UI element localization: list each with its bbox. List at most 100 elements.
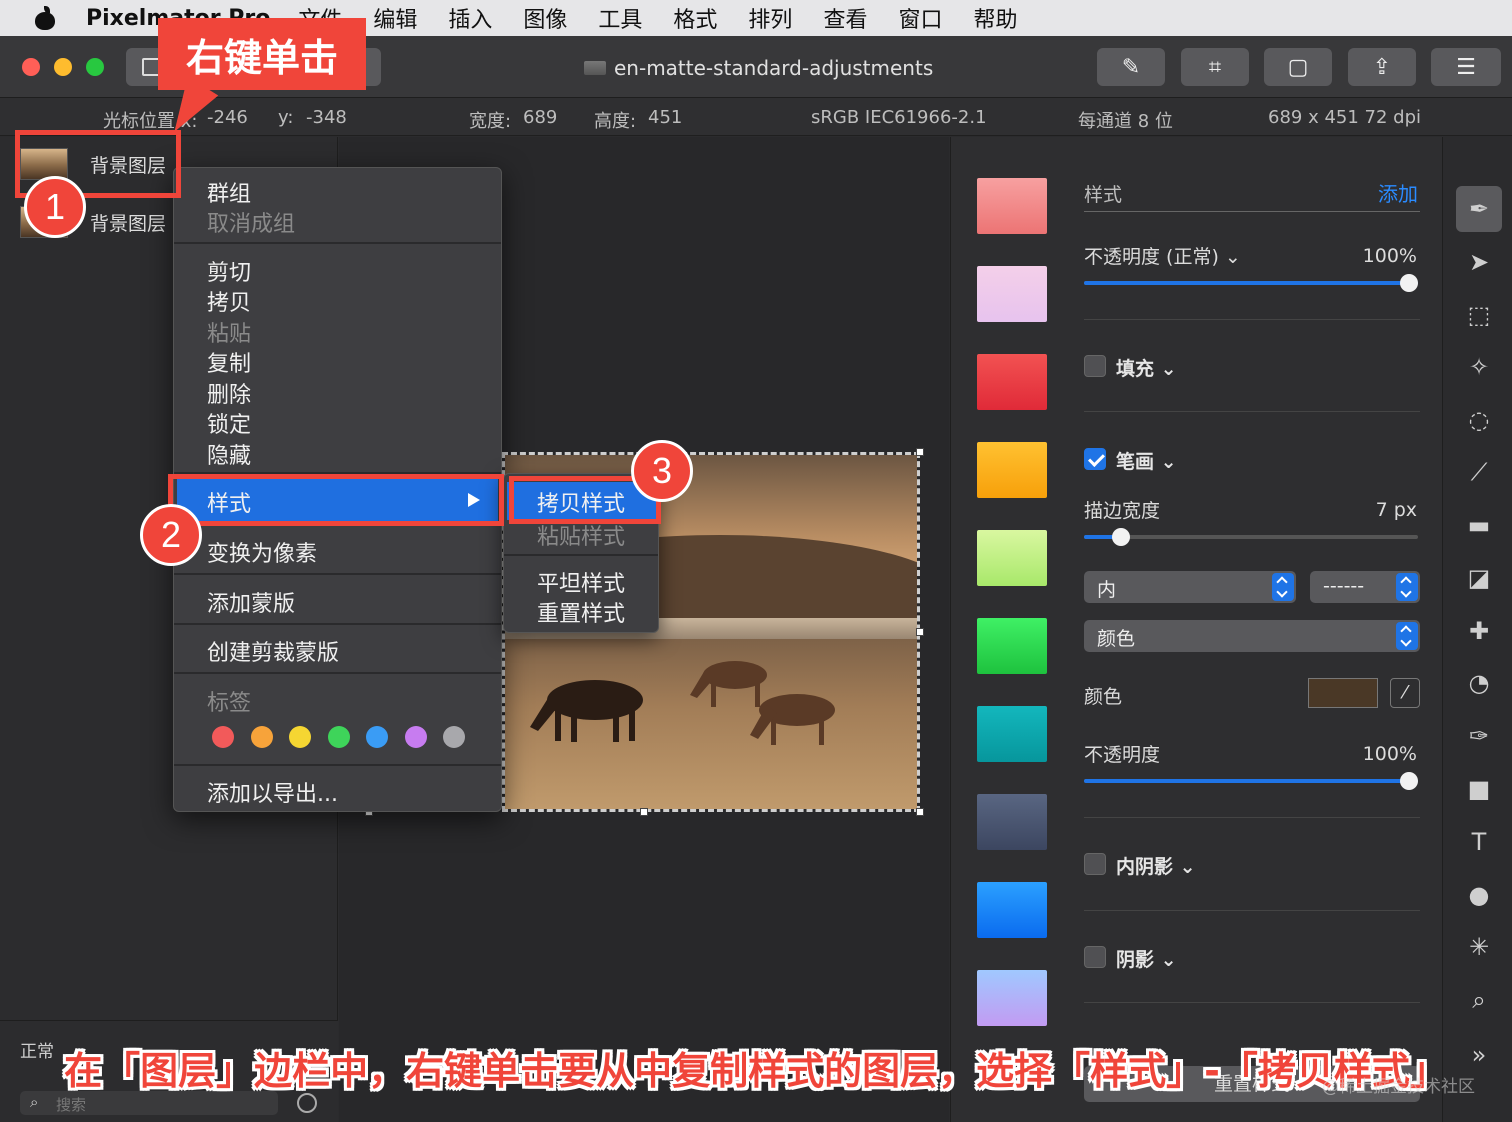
menu-format[interactable]: 格式 xyxy=(673,2,717,34)
menu-item-group[interactable]: 群组 xyxy=(207,176,251,208)
eraser-icon[interactable]: ◪ xyxy=(1460,559,1498,597)
arrow-select-icon[interactable]: ➤ xyxy=(1460,243,1498,281)
clone-icon[interactable]: ◔ xyxy=(1460,664,1498,702)
resize-handle[interactable] xyxy=(916,628,924,636)
style-swatch[interactable] xyxy=(977,618,1047,674)
menu-image[interactable]: 图像 xyxy=(523,2,567,34)
magic-wand-icon[interactable]: ✧ xyxy=(1460,348,1498,386)
menu-item-hide[interactable]: 隐藏 xyxy=(207,438,251,470)
menu-tools[interactable]: 工具 xyxy=(598,2,642,34)
resize-handle[interactable] xyxy=(640,808,648,816)
add-style-button[interactable]: 添加 xyxy=(1378,178,1418,207)
stroke-opacity-slider-knob[interactable] xyxy=(1400,772,1418,790)
color-adjust-icon[interactable]: ● xyxy=(1460,876,1498,914)
menu-item-reset-style[interactable]: 重置样式 xyxy=(537,596,625,628)
document-icon xyxy=(584,61,606,75)
opacity-label[interactable]: 不透明度 (正常) ⌄ xyxy=(1084,242,1241,269)
fill-label[interactable]: 填充 ⌄ xyxy=(1116,354,1177,381)
share-button[interactable]: ⇪ xyxy=(1348,48,1416,86)
menu-item-lock[interactable]: 锁定 xyxy=(207,407,251,439)
menu-item-cut[interactable]: 剪切 xyxy=(207,255,251,287)
cursor-y-value: -348 xyxy=(306,107,347,128)
tag-color-dot[interactable] xyxy=(250,726,273,748)
style-swatch[interactable] xyxy=(977,530,1047,586)
opacity-slider[interactable] xyxy=(1084,274,1418,292)
stroke-position-select[interactable]: 内 xyxy=(1084,571,1296,603)
color-well[interactable] xyxy=(1308,678,1378,708)
style-swatch[interactable] xyxy=(977,970,1047,1026)
resize-handle[interactable] xyxy=(916,448,924,456)
menu-edit[interactable]: 编辑 xyxy=(373,2,417,34)
rect-select-icon[interactable]: ⬚ xyxy=(1460,296,1498,334)
style-swatch[interactable] xyxy=(977,794,1047,850)
style-swatch[interactable] xyxy=(977,882,1047,938)
zoom-window-button[interactable] xyxy=(86,58,104,76)
style-tool-icon[interactable]: ✒ xyxy=(1456,186,1502,232)
menu-item-duplicate[interactable]: 复制 xyxy=(207,346,251,378)
zoom-icon[interactable]: ⌕ xyxy=(1460,981,1498,1019)
fill-checkbox[interactable] xyxy=(1084,355,1106,377)
width-label: 宽度: xyxy=(469,111,512,132)
search-placeholder: 搜索 xyxy=(56,1096,87,1114)
inner-shadow-label[interactable]: 内阴影 ⌄ xyxy=(1116,852,1196,879)
filter-icon[interactable] xyxy=(297,1093,317,1113)
eyedropper-icon[interactable]: ⁄ xyxy=(1390,678,1420,708)
inner-shadow-checkbox[interactable] xyxy=(1084,853,1106,875)
pen-icon[interactable]: ✑ xyxy=(1460,717,1498,755)
divider xyxy=(1084,910,1420,911)
menu-item-add-export[interactable]: 添加以导出... xyxy=(207,776,338,808)
style-swatch[interactable] xyxy=(977,178,1047,234)
shape-icon[interactable]: ■ xyxy=(1460,770,1498,808)
stroke-opacity-slider-fill xyxy=(1084,779,1418,783)
style-swatch[interactable] xyxy=(977,354,1047,410)
tag-color-dot[interactable] xyxy=(404,726,427,748)
stroke-dash-select[interactable]: ------ xyxy=(1310,571,1420,603)
menu-separator xyxy=(174,672,501,674)
close-window-button[interactable] xyxy=(22,58,40,76)
menu-item-convert-pixels[interactable]: 变换为像素 xyxy=(207,536,317,568)
menu-window[interactable]: 窗口 xyxy=(898,2,942,34)
crop-button[interactable]: ⌗ xyxy=(1181,48,1249,86)
style-swatch[interactable] xyxy=(977,442,1047,498)
menu-help[interactable]: 帮助 xyxy=(973,2,1017,34)
shadow-checkbox[interactable] xyxy=(1084,946,1106,968)
tag-color-dot[interactable] xyxy=(366,726,388,748)
menu-insert[interactable]: 插入 xyxy=(448,2,492,34)
minimize-window-button[interactable] xyxy=(54,58,72,76)
shadow-label[interactable]: 阴影 ⌄ xyxy=(1116,945,1177,972)
stroke-width-slider[interactable] xyxy=(1084,528,1418,546)
tag-color-dot[interactable] xyxy=(327,726,350,748)
menu-item-delete[interactable]: 删除 xyxy=(207,377,251,409)
stroke-width-value[interactable]: 7 px xyxy=(1376,499,1417,521)
tag-color-dot[interactable] xyxy=(289,726,311,748)
repair-icon[interactable]: ✚ xyxy=(1460,612,1498,650)
gradient-icon[interactable]: ▬ xyxy=(1460,506,1498,544)
cursor-x-value: -246 xyxy=(207,107,248,128)
style-brush-button[interactable]: ✎ xyxy=(1097,48,1165,86)
menu-item-add-mask[interactable]: 添加蒙版 xyxy=(207,586,295,618)
quick-select-icon[interactable]: ◌ xyxy=(1460,401,1498,439)
style-swatch[interactable] xyxy=(977,706,1047,762)
adjust-button[interactable]: ☰ xyxy=(1431,48,1501,86)
sharpen-icon[interactable]: ✳ xyxy=(1460,928,1498,966)
stroke-label[interactable]: 笔画 ⌄ xyxy=(1116,447,1177,474)
tag-color-dot[interactable] xyxy=(443,726,465,748)
tag-color-dot[interactable] xyxy=(212,726,234,748)
stroke-opacity-value[interactable]: 100% xyxy=(1363,743,1417,765)
opacity-slider-knob[interactable] xyxy=(1400,274,1418,292)
document-button[interactable]: ▢ xyxy=(1264,48,1332,86)
watermark: @稀土掘金技术社区 xyxy=(1322,1077,1475,1097)
menu-item-copy[interactable]: 拷贝 xyxy=(207,285,251,317)
menu-view[interactable]: 查看 xyxy=(823,2,867,34)
menu-item-flatten-style[interactable]: 平坦样式 xyxy=(537,566,625,598)
menu-item-clipping-mask[interactable]: 创建剪裁蒙版 xyxy=(207,635,339,667)
menu-arrange[interactable]: 排列 xyxy=(748,2,792,34)
style-swatch[interactable] xyxy=(977,266,1047,322)
resize-handle[interactable] xyxy=(916,808,924,816)
stroke-checkbox[interactable] xyxy=(1084,448,1106,470)
stroke-opacity-slider[interactable] xyxy=(1084,772,1418,790)
stroke-type-select[interactable]: 颜色 xyxy=(1084,620,1420,652)
apple-logo-icon[interactable] xyxy=(34,6,56,30)
brush-icon[interactable]: ⟋ xyxy=(1460,453,1498,491)
type-icon[interactable]: T xyxy=(1460,823,1498,861)
